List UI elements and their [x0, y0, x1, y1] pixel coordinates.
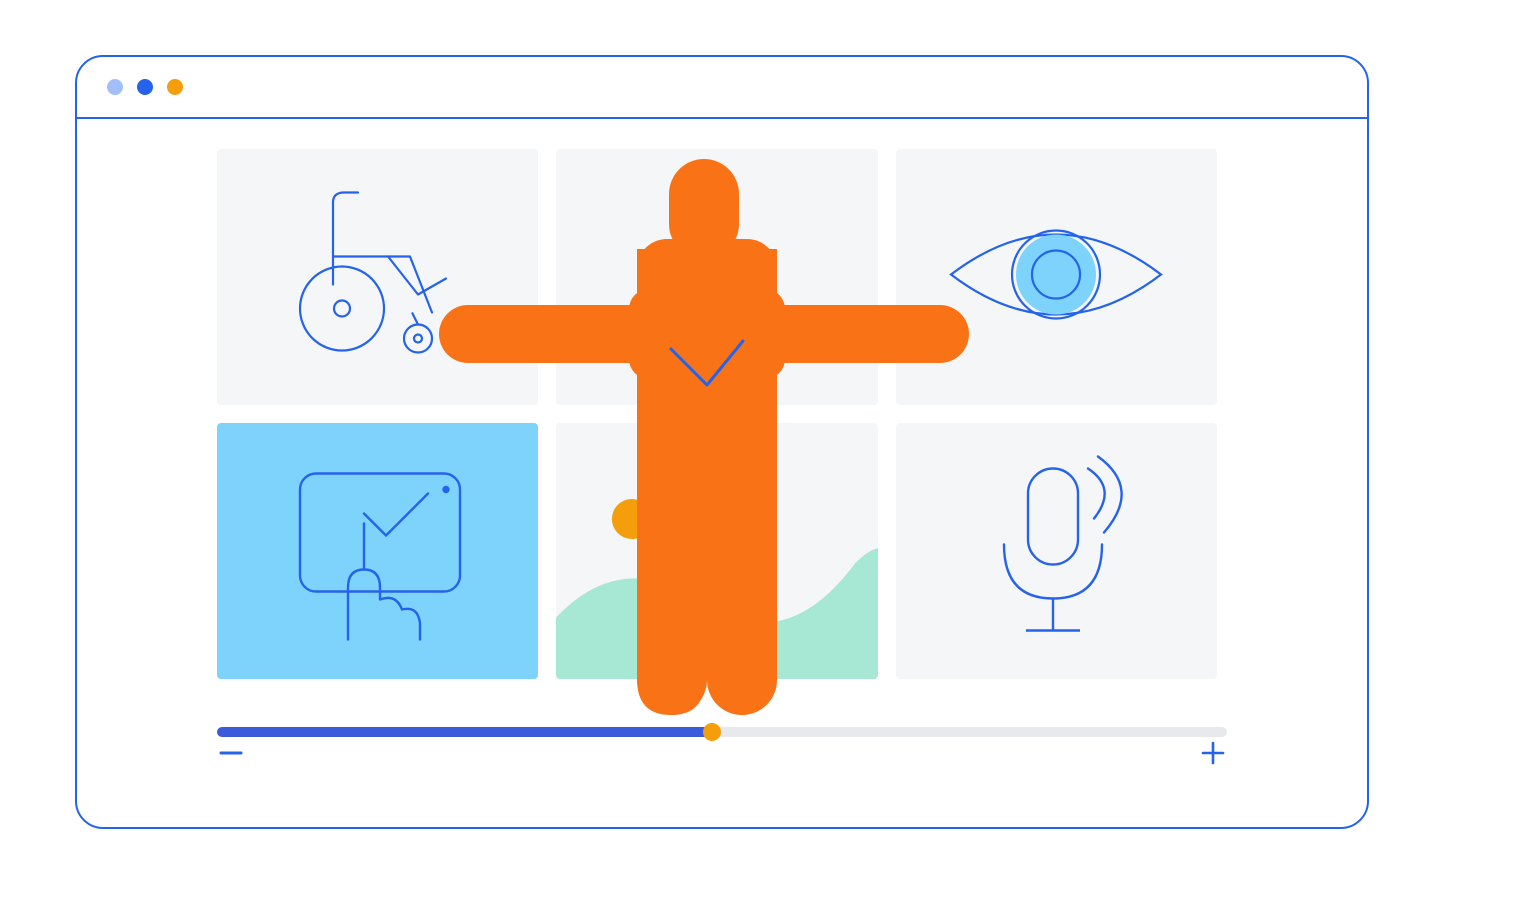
slider-thumb[interactable] — [703, 723, 721, 741]
tile-center-top[interactable] — [556, 149, 877, 405]
tile-audio[interactable] — [896, 423, 1217, 679]
eye-icon — [941, 205, 1171, 350]
minus-icon — [217, 739, 245, 767]
accessibility-grid — [217, 149, 1217, 679]
browser-window — [75, 55, 1369, 829]
check-icon — [657, 235, 777, 320]
tile-vision[interactable] — [896, 149, 1217, 405]
zoom-out-button[interactable] — [217, 739, 245, 767]
tile-image[interactable] — [556, 423, 877, 679]
microphone-icon — [966, 449, 1146, 654]
touch-check-icon — [278, 454, 478, 649]
slider-fill — [217, 727, 712, 737]
window-controls — [107, 79, 183, 95]
window-close-dot[interactable] — [107, 79, 123, 95]
title-bar — [77, 57, 1367, 119]
landscape-icon — [556, 423, 877, 679]
wheelchair-icon — [278, 185, 478, 370]
tile-mobility[interactable] — [217, 149, 538, 405]
window-zoom-dot[interactable] — [167, 79, 183, 95]
tile-touch[interactable] — [217, 423, 538, 679]
plus-icon — [1199, 739, 1227, 767]
content-area — [77, 119, 1367, 827]
zoom-in-button[interactable] — [1199, 739, 1227, 767]
window-minimize-dot[interactable] — [137, 79, 153, 95]
zoom-slider[interactable] — [217, 727, 1227, 777]
